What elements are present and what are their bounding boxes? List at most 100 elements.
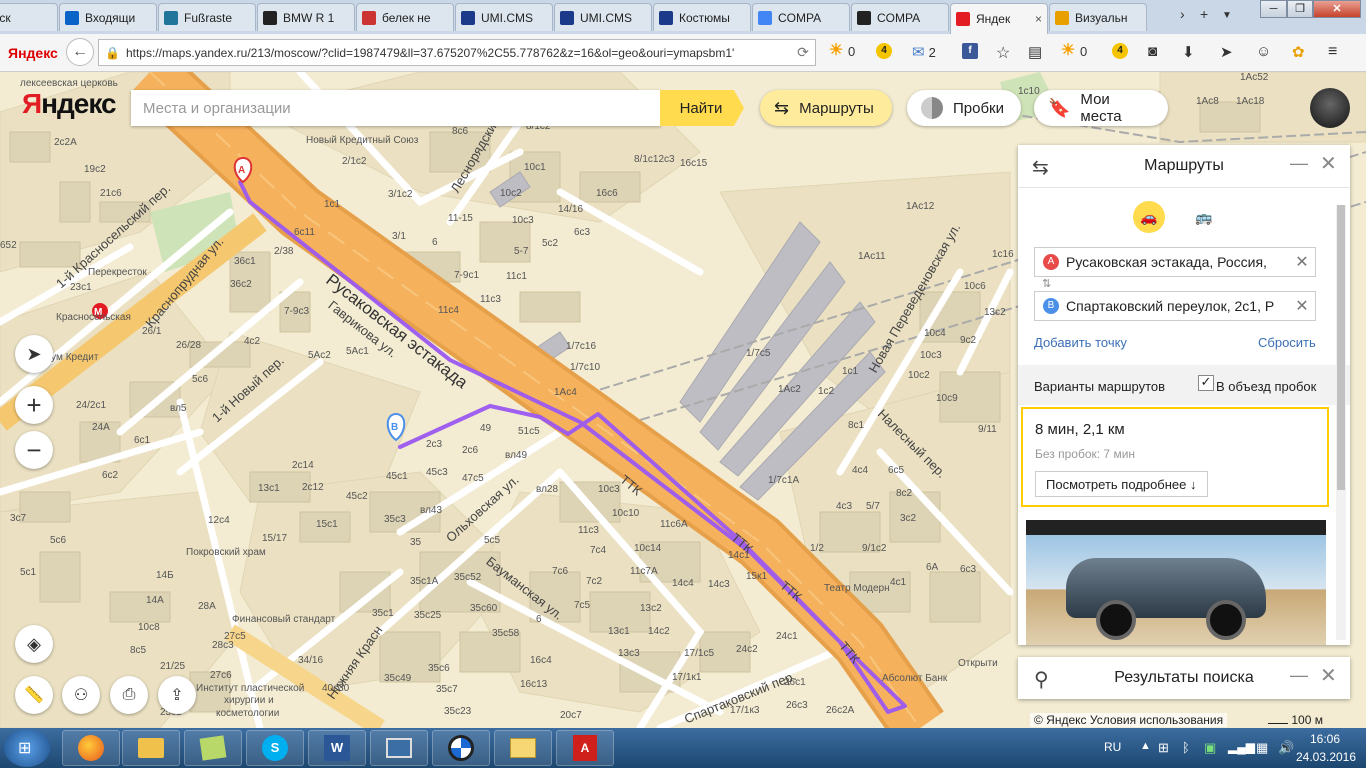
map-label: 14с1: [728, 550, 750, 561]
browser-tab[interactable]: UMI.CMS: [455, 3, 553, 31]
minimize-results-icon[interactable]: —: [1290, 665, 1308, 686]
search-results-panel[interactable]: ⚲ Результаты поиска — ✕: [1018, 657, 1350, 699]
taskbar-firefox[interactable]: [62, 730, 120, 766]
locate-button[interactable]: ➤: [15, 335, 53, 373]
window-minimize-button[interactable]: ─: [1260, 0, 1287, 18]
ruler-button[interactable]: 📏: [15, 676, 53, 714]
yandex-logo[interactable]: Яндекс: [22, 88, 117, 120]
browser-tab[interactable]: Входящи: [59, 3, 157, 31]
browser-tab[interactable]: Визуальн: [1049, 3, 1147, 31]
bluetooth-icon[interactable]: ᛒ: [1182, 740, 1190, 755]
map-label: 1/7с16: [566, 341, 597, 352]
close-results-icon[interactable]: ✕: [1320, 663, 1337, 688]
send-icon[interactable]: ➤: [1220, 43, 1233, 61]
weather-extension[interactable]: ☀ 0: [828, 43, 855, 59]
taskbar-pdf[interactable]: A: [556, 730, 614, 766]
transit-mode-button[interactable]: 🚌: [1188, 201, 1220, 233]
smile-icon[interactable]: ☺: [1256, 43, 1271, 60]
reset-link[interactable]: Сбросить: [1258, 335, 1316, 350]
reader-icon[interactable]: ▤: [1028, 43, 1042, 61]
tray-app-icon[interactable]: ▣: [1204, 740, 1216, 756]
route-from-field[interactable]: A Русаковская эстакада, Россия, ✕: [1034, 247, 1316, 277]
browser-tab[interactable]: COMPA: [851, 3, 949, 31]
map-label: 14Б: [156, 570, 174, 581]
clear-from-icon[interactable]: ✕: [1289, 252, 1315, 272]
routes-button[interactable]: ⇆ Маршруты: [760, 90, 892, 126]
window-close-button[interactable]: ✕: [1313, 0, 1361, 18]
zoom-out-button[interactable]: −: [15, 431, 53, 469]
avoid-traffic-checkbox[interactable]: ✓: [1198, 375, 1214, 391]
route-details-button[interactable]: Посмотреть подробнее ↓: [1035, 471, 1208, 497]
taskbar-notes[interactable]: [184, 730, 242, 766]
browser-tab[interactable]: UMI.CMS: [554, 3, 652, 31]
swap-points-icon[interactable]: ⇅: [1042, 277, 1051, 290]
taskbar-remote-desktop[interactable]: [370, 730, 428, 766]
tabs-scroll-right-icon[interactable]: ›: [1180, 6, 1185, 22]
taskbar-mail[interactable]: [494, 730, 552, 766]
browser-yandex-logo[interactable]: Яндекс: [8, 45, 58, 61]
map-label: 21с6: [100, 188, 122, 199]
zoom-in-button[interactable]: +: [15, 386, 53, 424]
clear-to-icon[interactable]: ✕: [1289, 296, 1315, 316]
download-icon[interactable]: ⬇: [1182, 43, 1195, 61]
close-panel-icon[interactable]: ✕: [1320, 151, 1337, 176]
clock-time[interactable]: 16:06: [1300, 732, 1350, 746]
car-mode-button[interactable]: 🚗: [1133, 201, 1165, 233]
add-point-link[interactable]: Добавить точку: [1034, 335, 1127, 350]
close-tab-icon[interactable]: ×: [1035, 12, 1042, 26]
new-tab-button[interactable]: +: [1200, 6, 1208, 22]
menu-icon[interactable]: ≡: [1328, 43, 1337, 61]
address-bar[interactable]: 🔒 https://maps.yandex.ru/213/moscow/?cli…: [98, 39, 816, 66]
map-label: 8с5: [130, 645, 147, 656]
browser-tab[interactable]: Fußrastе: [158, 3, 256, 31]
my-places-button[interactable]: 🔖 Мои места: [1034, 90, 1168, 126]
clock-date[interactable]: 24.03.2016: [1290, 750, 1362, 764]
find-button[interactable]: Найти: [660, 90, 744, 126]
terms-link[interactable]: Условия использования: [1090, 713, 1223, 727]
map-search-input[interactable]: [131, 90, 661, 126]
browser-tab[interactable]: Яндек ×: [950, 3, 1048, 34]
browser-tab[interactable]: одск: [0, 3, 58, 31]
taskbar-skype[interactable]: S: [246, 730, 304, 766]
back-button[interactable]: ←: [66, 38, 94, 66]
mail-extension[interactable]: ✉ 2: [912, 43, 936, 61]
puzzle-icon[interactable]: ✿: [1292, 43, 1305, 61]
taskbar-word[interactable]: W: [308, 730, 366, 766]
window-restore-button[interactable]: ❐: [1287, 0, 1313, 18]
browser-tab[interactable]: Костюмы: [653, 3, 751, 31]
traffic-button[interactable]: Пробки: [907, 90, 1021, 126]
browser-tab[interactable]: BMW R 1: [257, 3, 355, 31]
language-indicator[interactable]: RU: [1104, 740, 1121, 754]
facebook-extension[interactable]: f: [962, 43, 978, 59]
map-label: 10с10: [612, 508, 640, 519]
badge-extension[interactable]: 4: [876, 43, 892, 59]
taskbar-explorer[interactable]: [122, 730, 180, 766]
panorama-button[interactable]: ⚇: [62, 676, 100, 714]
pocket-icon[interactable]: ◙: [1148, 43, 1157, 60]
network-icon[interactable]: ▦: [1256, 740, 1268, 756]
bookmark-star-icon[interactable]: ☆: [996, 43, 1010, 63]
route-option-card[interactable]: 8 мин, 2,1 км Без пробок: 7 мин Посмотре…: [1021, 407, 1329, 507]
print-button[interactable]: ⎙: [110, 676, 148, 714]
taskbar-bmw[interactable]: [432, 730, 490, 766]
signal-icon[interactable]: ▂▄▆: [1228, 740, 1255, 754]
lock-icon: 🔒: [105, 45, 120, 60]
user-avatar[interactable]: [1310, 88, 1350, 128]
minimize-panel-icon[interactable]: —: [1290, 153, 1308, 174]
layers-button[interactable]: ◈: [15, 625, 53, 663]
badge-extension-2[interactable]: 4: [1112, 43, 1128, 59]
reload-icon[interactable]: ⟳: [791, 44, 815, 61]
route-to-field[interactable]: B Спартаковский переулок, 2с1, Р ✕: [1034, 291, 1316, 321]
advertisement-banner[interactable]: [1026, 520, 1326, 645]
tray-windows-icon[interactable]: ⊞: [1158, 740, 1169, 756]
share-button[interactable]: ⇪: [158, 676, 196, 714]
start-button[interactable]: ⊞: [4, 729, 50, 767]
routes-panel-scrollbar[interactable]: [1336, 205, 1346, 640]
browser-tab[interactable]: белек не: [356, 3, 454, 31]
map-scale: 100 м: [1268, 713, 1323, 727]
scrollbar-thumb[interactable]: [1337, 205, 1345, 490]
tabs-menu-icon[interactable]: ▼: [1222, 10, 1232, 21]
weather-extension-2[interactable]: ☀ 0: [1060, 43, 1087, 59]
tray-expand-icon[interactable]: ▲: [1140, 740, 1151, 752]
browser-tab[interactable]: COMPA: [752, 3, 850, 31]
